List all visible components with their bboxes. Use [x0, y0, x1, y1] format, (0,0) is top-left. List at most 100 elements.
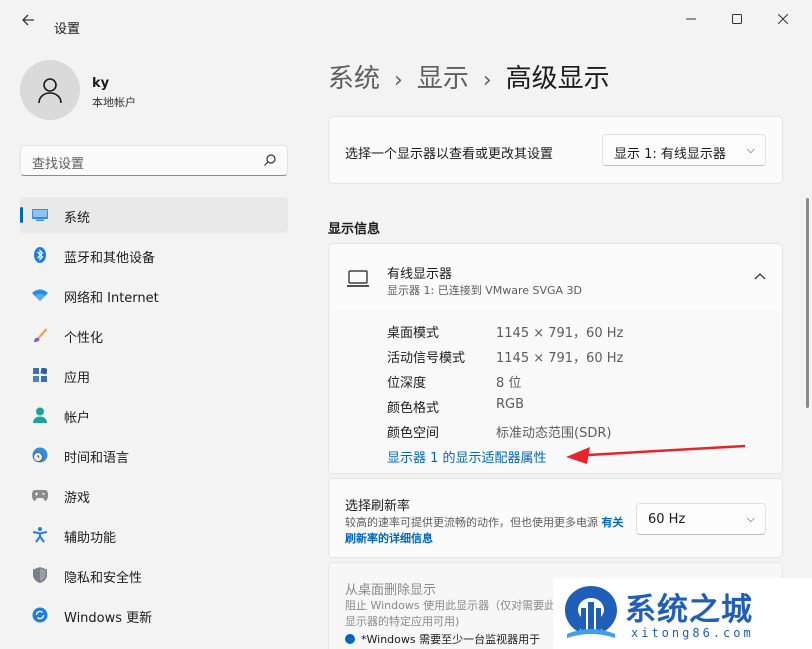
paintbrush-icon — [32, 327, 48, 343]
breadcrumb: 系统 › 显示 › 高级显示 — [328, 58, 610, 95]
close-icon — [777, 13, 789, 25]
sidebar-item-time-language[interactable]: 时间和语言 — [20, 437, 288, 473]
chevron-right-icon: › — [482, 68, 492, 93]
search-icon — [264, 154, 276, 166]
page-title: 高级显示 — [505, 64, 610, 94]
property-row: 位深度 8 位 — [387, 372, 767, 392]
dropdown-value: 显示 1: 有线显示器 — [614, 147, 726, 162]
accessibility-icon — [32, 527, 48, 543]
sidebar-nav: 系统 蓝牙和其他设备 网络和 Internet 个性化 应用 帐户 时间和语言 … — [20, 197, 288, 637]
account-type: 本地帐户 — [92, 96, 136, 109]
person-avatar-icon — [38, 78, 62, 104]
refresh-rate-title: 选择刷新率 — [345, 499, 411, 514]
chevron-right-icon: › — [394, 68, 403, 93]
maximize-button[interactable] — [714, 6, 760, 34]
red-arrow-annotation — [566, 444, 746, 464]
sidebar-item-label: 帐户 — [64, 411, 91, 426]
sidebar-item-apps[interactable]: 应用 — [20, 357, 288, 393]
sidebar-item-bluetooth[interactable]: 蓝牙和其他设备 — [20, 237, 288, 273]
chevron-up-icon[interactable] — [754, 269, 766, 284]
sidebar-item-personalization[interactable]: 个性化 — [20, 317, 288, 353]
sidebar-item-label: 时间和语言 — [64, 451, 130, 466]
monitor-icon — [347, 270, 369, 287]
sidebar-item-label: 游戏 — [64, 491, 91, 506]
sidebar-item-label: 系统 — [64, 211, 91, 226]
minimize-button[interactable] — [668, 6, 714, 34]
remove-display-title: 从桌面删除显示 — [345, 583, 437, 598]
person-icon — [32, 407, 48, 423]
title-bar: 设置 — [0, 0, 812, 40]
bluetooth-icon — [32, 247, 48, 263]
app-title: 设置 — [54, 22, 81, 37]
chevron-down-icon: ⌵ — [746, 512, 755, 525]
refresh-rate-card: 选择刷新率 较高的速率可提供更流畅的动作，但也使用更多电源 有关刷新率的详细信息… — [328, 478, 783, 558]
refresh-rate-description: 较高的速率可提供更流畅的动作，但也使用更多电源 有关刷新率的详细信息 — [345, 515, 625, 547]
maximize-icon — [732, 14, 742, 24]
display-info-header[interactable]: 有线显示器 显示器 1: 已连接到 VMware SVGA 3D — [328, 243, 783, 312]
remove-display-note-text: *Windows 需要至少一台监视器用于 — [361, 633, 541, 646]
apps-icon — [32, 367, 48, 383]
monitor-title: 有线显示器 — [387, 267, 453, 282]
property-value: 1145 × 791，60 Hz — [496, 351, 624, 366]
sidebar-item-label: 辅助功能 — [64, 531, 117, 546]
refresh-rate-dropdown[interactable]: 60 Hz ⌵ — [636, 503, 766, 535]
user-name: ky — [92, 76, 110, 91]
sidebar-item-label: 隐私和安全性 — [64, 571, 143, 586]
display-select-card: 选择一个显示器以查看或更改其设置 显示 1: 有线显示器 ⌵ — [328, 116, 783, 184]
gamepad-icon — [32, 487, 48, 503]
remove-display-note: *Windows 需要至少一台监视器用于 — [345, 631, 540, 647]
property-key: 颜色空间 — [387, 426, 440, 441]
sidebar-item-accessibility[interactable]: 辅助功能 — [20, 517, 288, 553]
watermark-url: xitong86.com — [631, 626, 754, 640]
section-title: 显示信息 — [328, 222, 381, 237]
search-placeholder: 查找设置 — [32, 157, 85, 172]
watermark: 系统之城 xitong86.com — [553, 578, 812, 649]
display-select-label: 选择一个显示器以查看或更改其设置 — [345, 147, 554, 162]
property-key: 活动信号模式 — [387, 351, 466, 366]
update-icon — [32, 607, 48, 623]
breadcrumb-item-display[interactable]: 显示 — [417, 64, 469, 94]
property-row: 桌面模式 1145 × 791，60 Hz — [387, 322, 767, 342]
dropdown-value: 60 Hz — [648, 512, 686, 527]
property-value: 1145 × 791，60 Hz — [496, 326, 624, 341]
close-button[interactable] — [760, 6, 806, 34]
breadcrumb-item-system[interactable]: 系统 — [328, 64, 380, 94]
sidebar-item-system[interactable]: 系统 — [20, 197, 288, 233]
property-value: RGB — [496, 397, 525, 412]
monitor-subtitle: 显示器 1: 已连接到 VMware SVGA 3D — [387, 284, 583, 297]
avatar[interactable] — [20, 60, 80, 120]
search-input[interactable]: 查找设置 — [20, 145, 288, 176]
sidebar-item-label: Windows 更新 — [64, 611, 153, 626]
scrollbar[interactable] — [806, 198, 809, 408]
watermark-title: 系统之城 — [625, 592, 753, 628]
property-row: 颜色格式 RGB — [387, 397, 767, 417]
property-row: 活动信号模式 1145 × 791，60 Hz — [387, 347, 767, 367]
sidebar-item-accounts[interactable]: 帐户 — [20, 397, 288, 433]
sidebar-item-label: 网络和 Internet — [64, 291, 159, 306]
sidebar-item-network[interactable]: 网络和 Internet — [20, 277, 288, 313]
clock-globe-icon — [32, 447, 48, 463]
display-select-dropdown[interactable]: 显示 1: 有线显示器 ⌵ — [602, 134, 766, 166]
minimize-icon — [686, 18, 696, 20]
refresh-rate-desc-text: 较高的速率可提供更流畅的动作，但也使用更多电源 — [345, 516, 598, 529]
property-key: 桌面模式 — [387, 326, 440, 341]
remove-display-description: 阻止 Windows 使用此显示器（仅对需要此显示器的特定应用可用) — [345, 599, 556, 628]
shield-icon — [32, 567, 48, 583]
arrow-left-icon — [22, 14, 34, 26]
watermark-logo-icon — [565, 586, 617, 638]
chevron-down-icon: ⌵ — [746, 143, 755, 156]
wifi-icon — [32, 287, 48, 303]
sidebar-item-label: 应用 — [64, 371, 91, 386]
sidebar-item-gaming[interactable]: 游戏 — [20, 477, 288, 513]
property-value: 标准动态范围(SDR) — [496, 426, 612, 441]
display-adapter-properties-link[interactable]: 显示器 1 的显示适配器属性 — [387, 447, 547, 466]
sidebar-item-privacy[interactable]: 隐私和安全性 — [20, 557, 288, 593]
property-value: 8 位 — [496, 376, 522, 391]
sidebar-item-label: 蓝牙和其他设备 — [64, 251, 156, 266]
sidebar-item-windows-update[interactable]: Windows 更新 — [20, 597, 288, 633]
system-display-icon — [32, 207, 48, 223]
back-button[interactable] — [16, 12, 40, 32]
property-row: 颜色空间 标准动态范围(SDR) — [387, 422, 767, 442]
property-key: 位深度 — [387, 376, 427, 391]
info-dot-icon — [345, 634, 355, 644]
